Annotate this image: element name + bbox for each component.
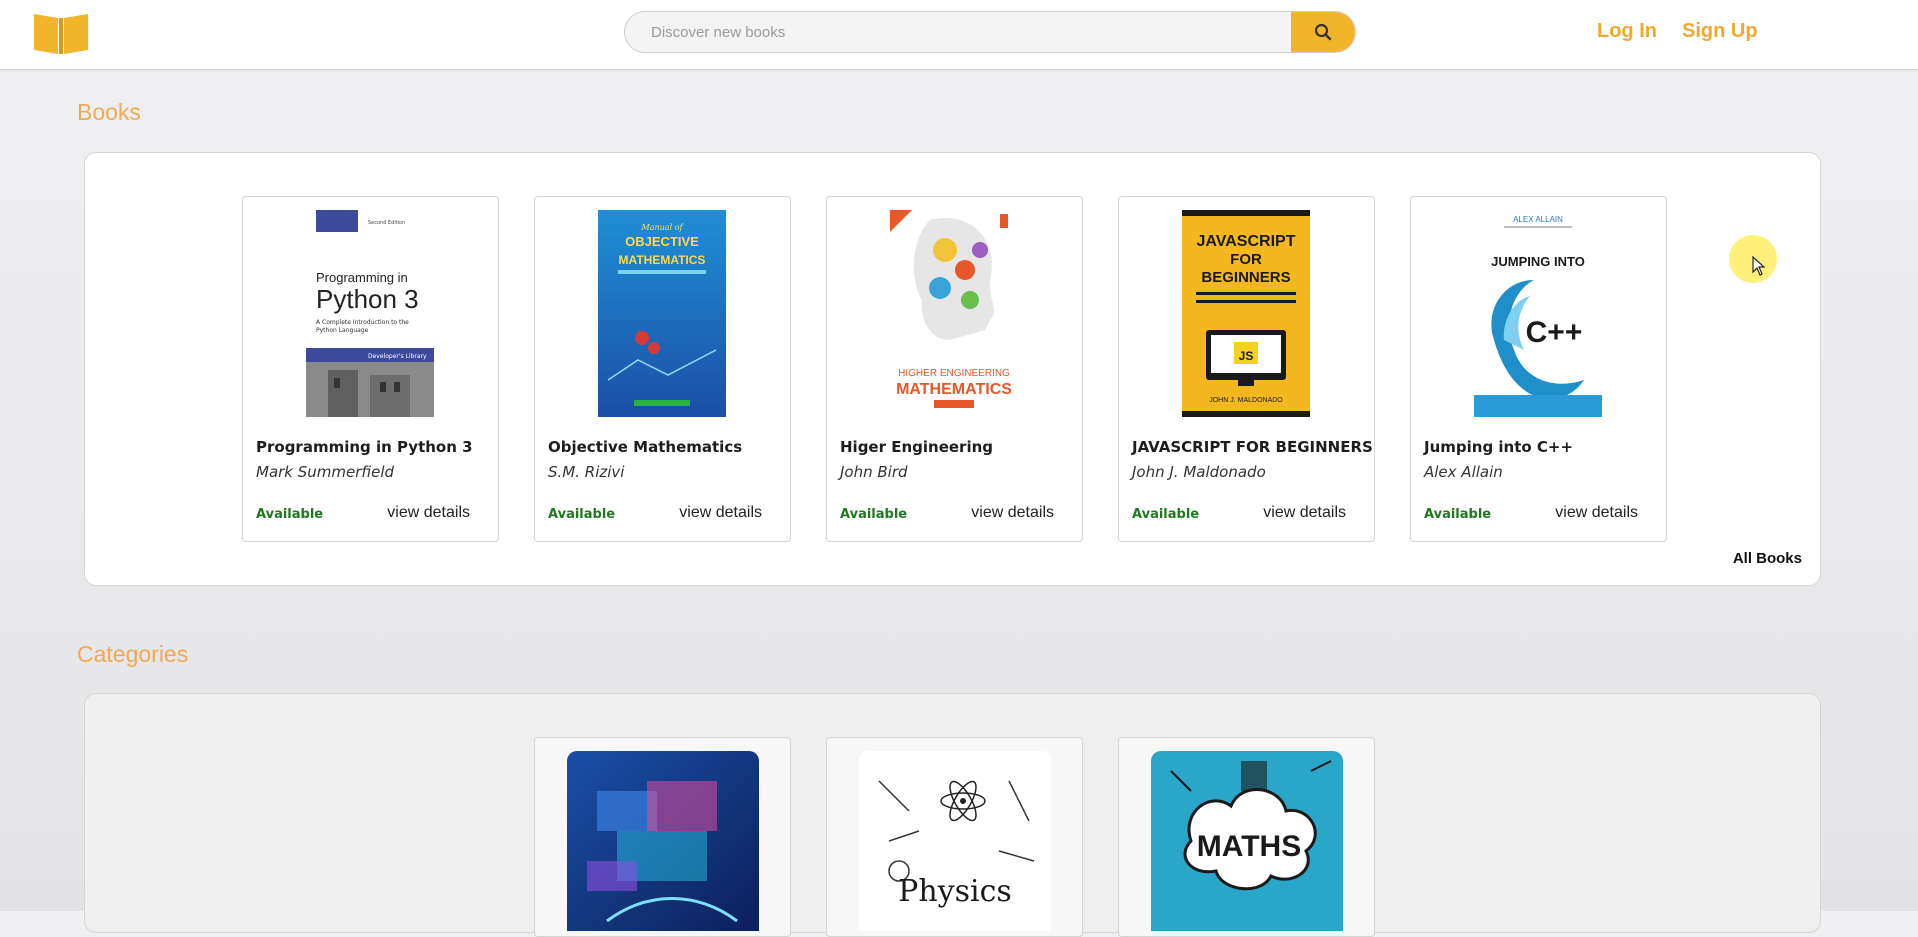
search-button[interactable] [1291, 12, 1355, 52]
search-icon [1314, 23, 1332, 41]
book-cover[interactable]: JAVASCRIPT FOR BEGINNERS JS JOHN J. MALD… [1182, 210, 1310, 417]
book-cover[interactable]: HIGHER ENGINEERING MATHEMATICS [890, 210, 1018, 417]
category-card-physics[interactable]: Physics [826, 737, 1083, 937]
svg-text:C++: C++ [1526, 316, 1583, 349]
book-title: Objective Mathematics [548, 438, 743, 456]
view-details-link[interactable]: view details [679, 504, 762, 522]
book-cover[interactable]: Manual of OBJECTIVE MATHEMATICS [598, 210, 726, 417]
category-image[interactable]: MATHS [1151, 751, 1343, 931]
book-author: John J. Maldonado [1132, 463, 1266, 481]
book-author: Mark Summerfield [256, 463, 395, 481]
categories-panel: Physics MATHS [84, 693, 1821, 937]
mouse-cursor-icon [1752, 256, 1766, 276]
search-input[interactable] [625, 12, 1293, 52]
book-card[interactable]: Manual of OBJECTIVE MATHEMATICS Objectiv… [534, 196, 791, 542]
status-badge: Available [1424, 507, 1492, 522]
category-card-maths[interactable]: MATHS [1118, 737, 1375, 937]
open-book-icon[interactable] [31, 10, 91, 56]
svg-text:Programming in: Programming in [316, 270, 408, 285]
book-author: S.M. Rizivi [548, 463, 625, 481]
status-badge: Available [548, 507, 616, 522]
book-title: JAVASCRIPT FOR BEGINNERS [1132, 438, 1373, 456]
book-title: Programming in Python 3 [256, 438, 473, 456]
svg-text:FOR: FOR [1230, 251, 1262, 268]
svg-text:ALEX ALLAIN: ALEX ALLAIN [1513, 215, 1563, 224]
svg-text:Second Edition: Second Edition [368, 220, 405, 226]
book-card[interactable]: ALEX ALLAIN JUMPING INTO C++ Jumping int… [1410, 196, 1667, 542]
book-card[interactable]: Second Edition Programming in Python 3 A… [242, 196, 499, 542]
view-details-link[interactable]: view details [971, 504, 1054, 522]
book-author: John Bird [840, 463, 908, 481]
status-badge: Available [1132, 507, 1200, 522]
book-title: Jumping into C++ [1424, 438, 1574, 456]
signup-link[interactable]: Sign Up [1682, 20, 1758, 43]
svg-text:JUMPING INTO: JUMPING INTO [1491, 254, 1585, 269]
svg-text:HIGHER ENGINEERING: HIGHER ENGINEERING [898, 368, 1010, 379]
books-section-title: Books [77, 99, 141, 125]
search-bar [624, 11, 1356, 53]
svg-text:BEGINNERS: BEGINNERS [1201, 269, 1290, 286]
svg-text:MATHS: MATHS [1197, 830, 1301, 863]
status-badge: Available [256, 507, 324, 522]
svg-text:A Complete Introduction to the: A Complete Introduction to the [316, 319, 409, 326]
svg-text:Python Language: Python Language [316, 327, 369, 334]
svg-text:Physics: Physics [898, 874, 1012, 909]
svg-text:JAVASCRIPT: JAVASCRIPT [1197, 233, 1296, 250]
svg-text:Developer's Library: Developer's Library [368, 353, 427, 360]
category-image[interactable] [567, 751, 759, 931]
svg-text:Python 3: Python 3 [316, 284, 419, 314]
view-details-link[interactable]: view details [1263, 504, 1346, 522]
svg-text:JS: JS [1239, 349, 1254, 363]
book-cover[interactable]: ALEX ALLAIN JUMPING INTO C++ [1474, 210, 1602, 417]
book-card[interactable]: HIGHER ENGINEERING MATHEMATICS Higer Eng… [826, 196, 1083, 542]
svg-text:MATHEMATICS: MATHEMATICS [896, 381, 1012, 398]
book-title: Higer Engineering [840, 438, 994, 456]
status-badge: Available [840, 507, 908, 522]
category-card-computer[interactable] [534, 737, 791, 937]
view-details-link[interactable]: view details [1555, 504, 1638, 522]
book-cover[interactable]: Second Edition Programming in Python 3 A… [306, 210, 434, 417]
view-details-link[interactable]: view details [387, 504, 470, 522]
svg-text:OBJECTIVE: OBJECTIVE [625, 234, 699, 249]
book-card[interactable]: JAVASCRIPT FOR BEGINNERS JS JOHN J. MALD… [1118, 196, 1375, 542]
svg-text:JOHN J. MALDONADO: JOHN J. MALDONADO [1209, 397, 1283, 404]
books-panel: Second Edition Programming in Python 3 A… [84, 152, 1821, 586]
svg-text:Manual of: Manual of [641, 223, 685, 232]
categories-section-title: Categories [77, 641, 189, 667]
category-image[interactable]: Physics [859, 751, 1051, 931]
all-books-link[interactable]: All Books [1733, 550, 1802, 567]
book-author: Alex Allain [1424, 463, 1503, 481]
login-link[interactable]: Log In [1597, 20, 1657, 43]
top-navbar: Log In Sign Up [0, 0, 1918, 70]
svg-text:MATHEMATICS: MATHEMATICS [619, 253, 706, 267]
